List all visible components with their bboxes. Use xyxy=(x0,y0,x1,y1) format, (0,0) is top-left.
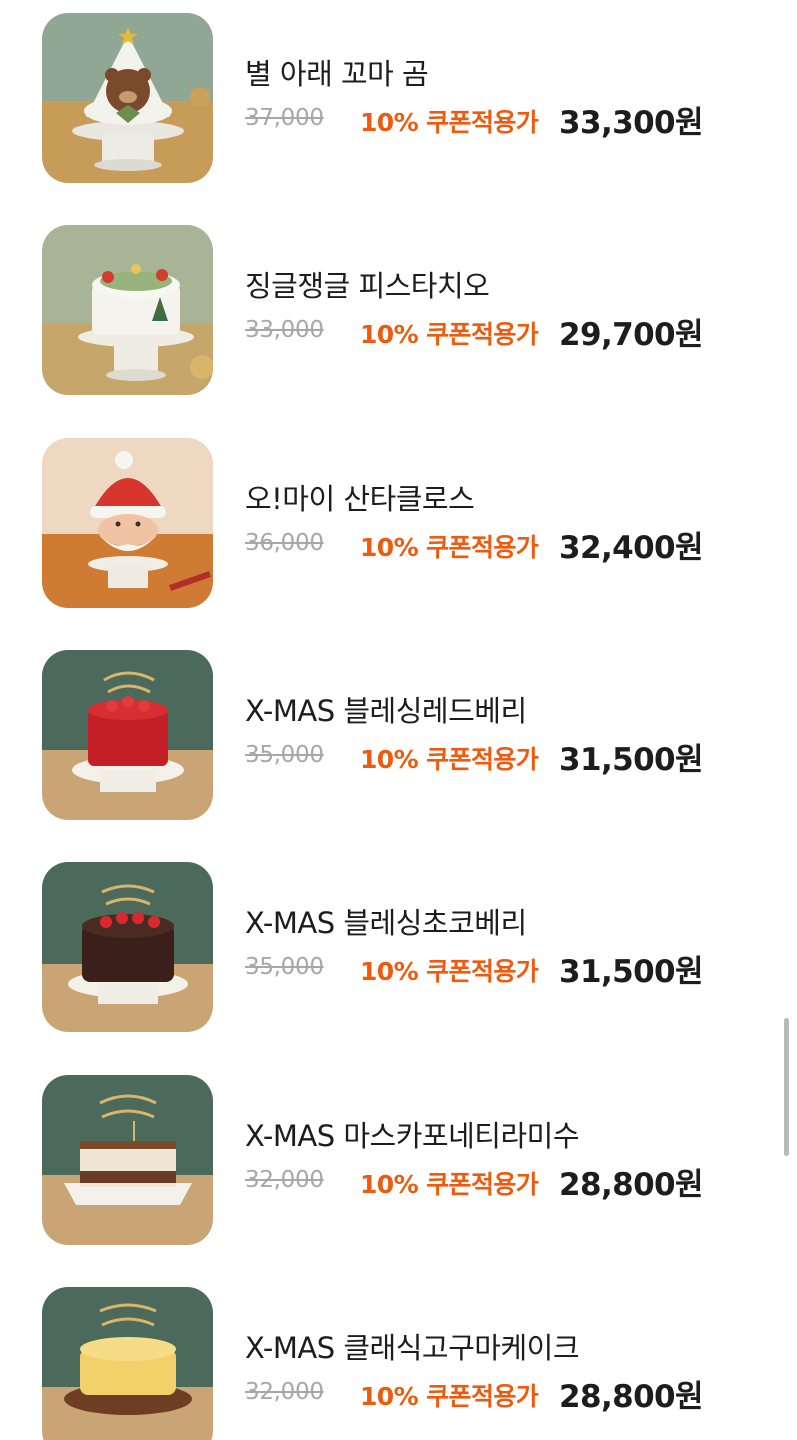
product-title[interactable]: X-MAS 블레싱레드베리 xyxy=(245,688,527,730)
original-price: 33,000 xyxy=(245,317,324,343)
coupon-label: 10% 쿠폰적용가 xyxy=(360,320,539,349)
product-image-bear[interactable] xyxy=(42,13,213,183)
product-title[interactable]: X-MAS 블레싱초코베리 xyxy=(245,900,527,942)
scrollbar-thumb[interactable] xyxy=(784,1018,789,1156)
product-title[interactable]: 오!마이 산타클로스 xyxy=(245,476,475,518)
coupon-label: 10% 쿠폰적용가 xyxy=(360,1170,539,1199)
product-image-santa[interactable] xyxy=(42,438,213,608)
product-title[interactable]: 별 아래 꼬마 곰 xyxy=(245,51,429,93)
original-price: 32,000 xyxy=(245,1379,324,1405)
product-list-page: 별 아래 꼬마 곰 37,000 10% 쿠폰적용가 33,300원 징글쟁글 … xyxy=(0,0,797,1440)
original-price: 35,000 xyxy=(245,742,324,768)
product-item-bear[interactable]: 별 아래 꼬마 곰 37,000 10% 쿠폰적용가 33,300원 xyxy=(0,13,797,183)
final-price: 32,400원 xyxy=(559,530,704,566)
coupon-label: 10% 쿠폰적용가 xyxy=(360,108,539,137)
product-title[interactable]: X-MAS 마스카포네티라미수 xyxy=(245,1113,580,1155)
final-price: 28,800원 xyxy=(559,1167,704,1203)
original-price: 36,000 xyxy=(245,530,324,556)
product-item-sweet-potato[interactable]: X-MAS 클래식고구마케이크 32,000 10% 쿠폰적용가 28,800원 xyxy=(0,1287,797,1440)
product-image-choco-berry[interactable] xyxy=(42,862,213,1032)
product-image-red-berry[interactable] xyxy=(42,650,213,820)
product-item-santa[interactable]: 오!마이 산타클로스 36,000 10% 쿠폰적용가 32,400원 xyxy=(0,438,797,608)
product-image-tiramisu[interactable] xyxy=(42,1075,213,1245)
final-price: 33,300원 xyxy=(559,105,704,141)
product-item-tiramisu[interactable]: X-MAS 마스카포네티라미수 32,000 10% 쿠폰적용가 28,800원 xyxy=(0,1075,797,1245)
product-image-sweet-potato[interactable] xyxy=(42,1287,213,1440)
coupon-label: 10% 쿠폰적용가 xyxy=(360,533,539,562)
product-title[interactable]: X-MAS 클래식고구마케이크 xyxy=(245,1325,580,1367)
product-item-pistachio[interactable]: 징글쟁글 피스타치오 33,000 10% 쿠폰적용가 29,700원 xyxy=(0,225,797,395)
final-price: 31,500원 xyxy=(559,954,704,990)
original-price: 32,000 xyxy=(245,1167,324,1193)
product-item-choco-berry[interactable]: X-MAS 블레싱초코베리 35,000 10% 쿠폰적용가 31,500원 xyxy=(0,862,797,1032)
coupon-label: 10% 쿠폰적용가 xyxy=(360,957,539,986)
product-title[interactable]: 징글쟁글 피스타치오 xyxy=(245,263,490,305)
original-price: 35,000 xyxy=(245,954,324,980)
final-price: 28,800원 xyxy=(559,1379,704,1415)
product-item-red-berry[interactable]: X-MAS 블레싱레드베리 35,000 10% 쿠폰적용가 31,500원 xyxy=(0,650,797,820)
coupon-label: 10% 쿠폰적용가 xyxy=(360,1382,539,1411)
original-price: 37,000 xyxy=(245,105,324,131)
coupon-label: 10% 쿠폰적용가 xyxy=(360,745,539,774)
final-price: 29,700원 xyxy=(559,317,704,353)
product-image-pistachio[interactable] xyxy=(42,225,213,395)
final-price: 31,500원 xyxy=(559,742,704,778)
